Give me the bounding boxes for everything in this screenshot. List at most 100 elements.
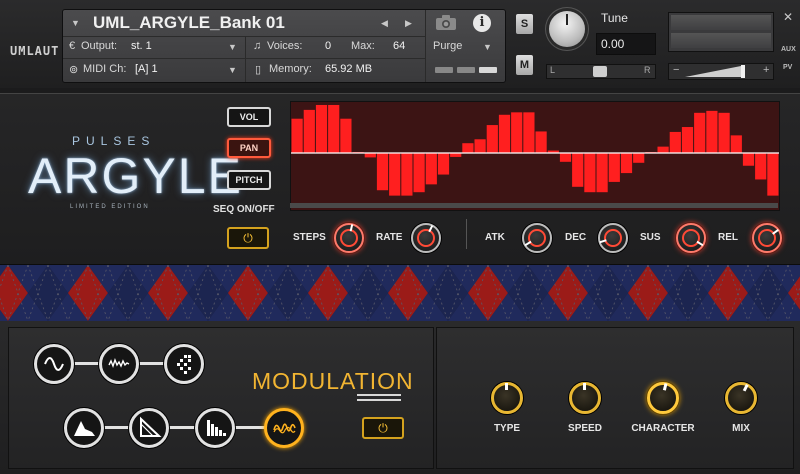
collapse-triangle-icon[interactable]: ▼ [71, 18, 80, 28]
next-instrument-icon[interactable]: ▶ [405, 18, 412, 29]
vol-mode-button[interactable]: VOL [227, 107, 271, 127]
waveform-button[interactable] [64, 408, 104, 448]
title-underline [357, 399, 401, 401]
waveform-button[interactable] [164, 344, 204, 384]
sequencer-step[interactable] [364, 153, 376, 158]
sequencer-step[interactable] [767, 153, 779, 196]
sequencer-step[interactable] [315, 104, 328, 153]
sequencer-step[interactable] [633, 153, 645, 163]
sequencer-step[interactable] [511, 112, 523, 153]
waveform-button[interactable] [264, 408, 304, 448]
waveform-button[interactable] [34, 344, 74, 384]
pan-handle[interactable] [593, 66, 607, 77]
sequencer-step[interactable] [437, 153, 450, 175]
camera-icon[interactable] [435, 15, 457, 31]
seq-power-button[interactable]: ⏻ [227, 227, 269, 249]
sequencer-step[interactable] [425, 153, 437, 185]
sequencer-step[interactable] [340, 118, 352, 153]
divider [425, 10, 426, 82]
sequencer-step[interactable] [303, 109, 315, 153]
waveform-button[interactable] [195, 408, 235, 448]
aux-button[interactable]: AUX [781, 46, 796, 53]
mix-label: MIX [732, 423, 750, 434]
sequencer-steps[interactable] [291, 102, 779, 204]
sequencer-step[interactable] [755, 153, 767, 180]
sequencer-step[interactable] [291, 118, 303, 153]
meter-left [671, 15, 771, 30]
sequencer-step[interactable] [535, 131, 547, 153]
pan-slider[interactable]: L R [546, 64, 656, 79]
solo-button[interactable]: S [516, 14, 533, 34]
midi-channel-value[interactable]: [A] 1 [135, 63, 158, 75]
tune-value-field[interactable]: 0.00 [596, 33, 656, 55]
pitch-mode-button[interactable]: PITCH [227, 170, 271, 190]
sequencer-step[interactable] [376, 153, 389, 191]
max-voices-value[interactable]: 64 [393, 40, 405, 52]
type-knob[interactable] [491, 382, 523, 414]
volume-slider[interactable]: − + [668, 63, 774, 80]
prev-instrument-icon[interactable]: ◀ [381, 18, 388, 29]
pan-mode-button[interactable]: PAN [227, 138, 271, 158]
speed-knob[interactable] [569, 382, 601, 414]
purge-indicator [435, 67, 453, 73]
memory-label: Memory: [269, 63, 312, 75]
sequencer-step[interactable] [462, 143, 474, 153]
modulation-title: MODULATION [252, 368, 414, 394]
steps-knob[interactable] [334, 223, 364, 253]
tune-knob[interactable] [549, 11, 585, 47]
waveform-button[interactable] [129, 408, 169, 448]
sequencer-step[interactable] [572, 153, 584, 187]
voices-value: 0 [325, 40, 332, 52]
steps-label: STEPS [293, 232, 326, 243]
sequencer-step[interactable] [608, 153, 620, 182]
sequencer-step[interactable] [474, 139, 486, 153]
sequencer-step[interactable] [742, 153, 755, 166]
rel-knob[interactable] [752, 223, 782, 253]
output-value[interactable]: st. 1 [131, 40, 152, 52]
sequencer-step[interactable] [413, 153, 425, 193]
sequencer-step[interactable] [657, 146, 669, 153]
atk-knob[interactable] [522, 223, 552, 253]
close-icon[interactable]: ✕ [783, 10, 793, 24]
sequencer-step[interactable] [620, 153, 633, 174]
sequencer-step[interactable] [669, 131, 681, 153]
midi-dropdown-icon[interactable]: ▼ [228, 65, 237, 75]
sequencer-step[interactable] [718, 112, 730, 153]
character-knob[interactable] [647, 382, 679, 414]
volume-handle[interactable] [741, 65, 745, 78]
waveform-connector [85, 426, 293, 429]
purge-label[interactable]: Purge [433, 40, 462, 52]
rate-knob[interactable] [411, 223, 441, 253]
dec-knob[interactable] [598, 223, 628, 253]
logo-pulses: PULSES [72, 134, 156, 148]
purge-dropdown-icon[interactable]: ▼ [483, 42, 492, 52]
mix-knob[interactable] [725, 382, 757, 414]
modulation-power-button[interactable]: ⏻ [362, 417, 404, 439]
knob-pointer [583, 383, 586, 390]
sequencer-step[interactable] [559, 153, 572, 162]
sequencer-step[interactable] [584, 153, 596, 193]
instrument-name[interactable]: UML_ARGYLE_Bank 01 [93, 13, 285, 33]
sequencer-step[interactable] [681, 127, 694, 153]
sus-knob[interactable] [676, 223, 706, 253]
meter-right [671, 33, 771, 48]
waveform-button[interactable] [99, 344, 139, 384]
sequencer-step[interactable] [596, 153, 608, 193]
sequencer-step[interactable] [523, 112, 535, 153]
sequencer-step[interactable] [486, 125, 498, 153]
sequencer-step[interactable] [694, 112, 706, 153]
output-dropdown-icon[interactable]: ▼ [228, 42, 237, 52]
sequencer-scrollbar[interactable] [290, 203, 778, 208]
sequencer-step[interactable] [401, 153, 413, 196]
sequencer-step[interactable] [389, 153, 401, 196]
purge-indicator [457, 67, 475, 73]
step-sequencer[interactable] [290, 101, 780, 211]
voices-icon: ♫ [253, 40, 262, 52]
sequencer-step[interactable] [706, 110, 718, 153]
info-icon[interactable]: i [473, 14, 491, 32]
sequencer-step[interactable] [730, 135, 742, 153]
sequencer-step[interactable] [498, 114, 511, 153]
sequencer-step[interactable] [328, 104, 340, 153]
mute-button[interactable]: M [516, 55, 533, 75]
pv-button[interactable]: PV [783, 64, 792, 71]
